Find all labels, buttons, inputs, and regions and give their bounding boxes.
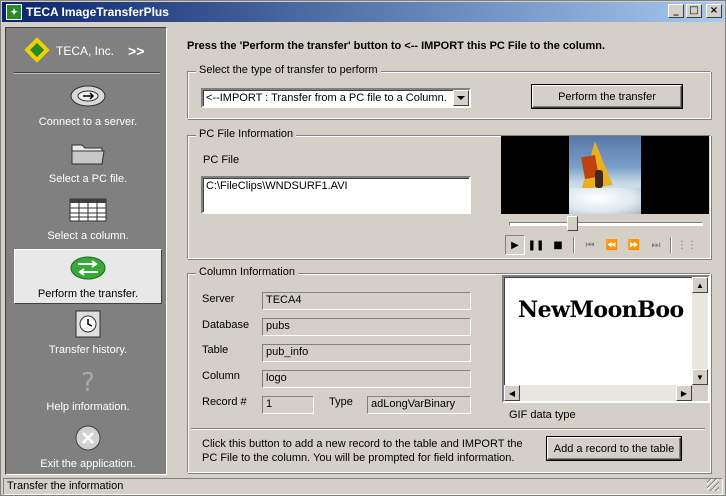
sidebar-item-label: Exit the application. (40, 458, 136, 470)
group-legend: Column Information (196, 266, 298, 278)
sidebar-item-label: Transfer history. (48, 344, 128, 356)
sidebar-item-select-file[interactable]: Select a PC file. (14, 135, 162, 190)
seek-bar[interactable] (509, 222, 703, 226)
status-text: Transfer the information (7, 480, 124, 492)
database-label: Database (202, 319, 250, 331)
expand-arrows-icon: >> (128, 43, 145, 59)
window-title: TECA ImageTransferPlus (26, 5, 169, 19)
column-label: Column (202, 370, 240, 382)
sidebar-item-label: Connect to a server. (38, 116, 138, 128)
database-field: pubs (262, 318, 471, 336)
table-label: Table (202, 344, 229, 356)
add-record-button[interactable]: Add a record to the table (547, 437, 681, 460)
stop-icon[interactable]: ■ (548, 235, 568, 255)
close-button[interactable]: × (706, 4, 722, 18)
sidebar-item-history[interactable]: Transfer history. (14, 306, 162, 361)
column-icon (69, 198, 107, 222)
video-preview (501, 136, 709, 214)
transfer-type-value: <--IMPORT : Transfer from a PC file to a… (206, 92, 447, 104)
seek-thumb[interactable] (567, 216, 578, 231)
sidebar-item-label: Help information. (46, 401, 130, 413)
rewind-icon[interactable]: ⏪ (602, 235, 622, 255)
vertical-scrollbar[interactable]: ▲ ▼ (692, 277, 708, 385)
title-bar[interactable]: ✦ TECA ImageTransferPlus _ □ × (2, 2, 724, 22)
sidebar-item-label: Perform the transfer. (37, 288, 139, 300)
sidebar-item-connect[interactable]: Connect to a server. (14, 78, 162, 133)
table-field: pub_info (262, 344, 471, 362)
image-preview[interactable]: NewMoonBoo ▲ ▼ ◀ ▶ (502, 275, 710, 403)
svg-text:?: ? (81, 368, 95, 395)
pc-file-label: PC File (203, 154, 240, 166)
play-icon[interactable]: ▶ (505, 235, 525, 255)
transfer-type-select[interactable]: <--IMPORT : Transfer from a PC file to a… (201, 88, 471, 108)
skip-back-icon[interactable]: ⏮ (580, 235, 600, 255)
brand[interactable]: TECA, Inc. >> (6, 34, 166, 68)
sidebar-item-label: Select a PC file. (48, 173, 128, 185)
windsurf-video-frame (569, 136, 641, 214)
perform-transfer-button[interactable]: Perform the transfer (532, 85, 682, 108)
page-instruction: Press the 'Perform the transfer' button … (187, 40, 606, 52)
scroll-left-icon[interactable]: ◀ (504, 385, 520, 401)
app-window: ✦ TECA ImageTransferPlus _ □ × TECA, Inc… (0, 0, 726, 496)
exit-icon (75, 425, 101, 451)
teca-logo-icon (26, 37, 48, 65)
record-field: 1 (262, 396, 314, 414)
minimize-button[interactable]: _ (668, 4, 684, 18)
folder-icon (71, 144, 105, 165)
status-bar: Transfer the information (3, 478, 723, 495)
add-record-description: Click this button to add a new record to… (202, 438, 523, 464)
divider (573, 237, 575, 253)
divider (191, 428, 705, 430)
sidebar-item-help[interactable]: ? Help information. (14, 363, 162, 418)
connect-icon (70, 85, 106, 107)
scroll-down-icon[interactable]: ▼ (692, 369, 708, 385)
sidebar-item-label: Select a column. (47, 230, 129, 242)
fast-forward-icon[interactable]: ⏩ (624, 235, 644, 255)
sidebar-item-perform-transfer[interactable]: Perform the transfer. (14, 249, 162, 304)
logo-image-text: NewMoonBoo (518, 297, 684, 323)
maximize-button[interactable]: □ (686, 4, 702, 18)
sidebar-item-select-column[interactable]: Select a column. (14, 192, 162, 247)
pc-file-field[interactable]: C:\FileClips\WNDSURF1.AVI (201, 176, 471, 214)
horizontal-scrollbar[interactable]: ◀ ▶ (504, 385, 692, 401)
playlist-icon[interactable]: ⋮⋮ (677, 235, 697, 255)
app-icon: ✦ (6, 4, 22, 20)
group-legend: PC File Information (196, 128, 297, 140)
sidebar-item-exit[interactable]: Exit the application. (14, 420, 162, 475)
resize-grip-icon[interactable] (707, 479, 719, 491)
image-caption: GIF data type (509, 409, 576, 421)
server-label: Server (202, 293, 235, 305)
sidebar: TECA, Inc. >> Connect to a server. Selec… (5, 27, 167, 475)
scroll-right-icon[interactable]: ▶ (676, 385, 692, 401)
transfer-icon (70, 256, 106, 280)
group-legend: Select the type of transfer to perform (196, 64, 381, 76)
divider (14, 72, 160, 74)
history-icon (75, 310, 101, 338)
pause-icon[interactable]: ❚❚ (526, 235, 546, 255)
divider (670, 237, 672, 253)
column-field: logo (262, 370, 471, 388)
type-field: adLongVarBinary (367, 396, 471, 414)
brand-name: TECA, Inc. (56, 44, 115, 58)
scroll-up-icon[interactable]: ▲ (692, 277, 708, 293)
help-icon: ? (81, 368, 95, 395)
record-label: Record # (202, 396, 247, 408)
type-label: Type (329, 396, 353, 408)
skip-forward-icon[interactable]: ⏭ (646, 235, 666, 255)
chevron-down-icon[interactable] (453, 90, 469, 106)
server-field: TECA4 (262, 292, 471, 310)
